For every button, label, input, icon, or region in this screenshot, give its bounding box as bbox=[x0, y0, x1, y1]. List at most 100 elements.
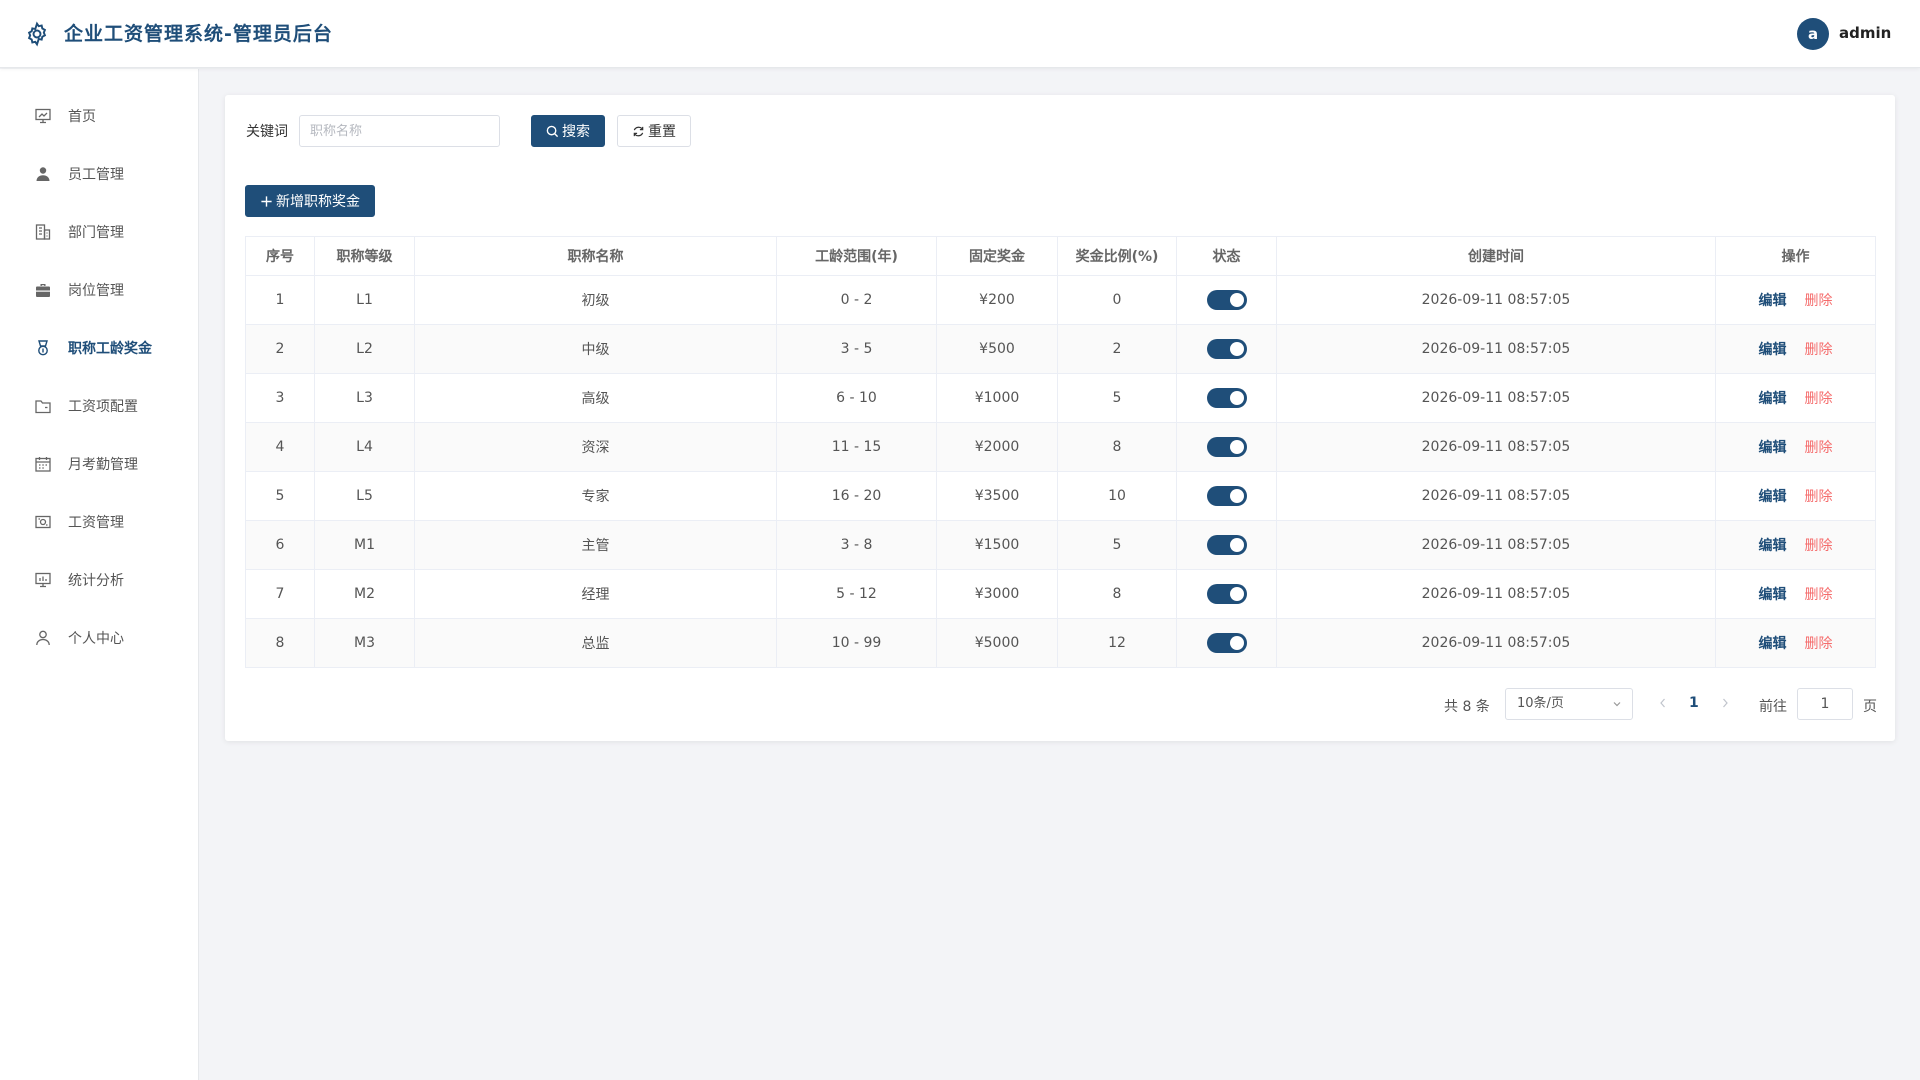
cell-bonus: ¥5000 bbox=[936, 618, 1058, 668]
sidebar-item-attendance[interactable]: 月考勤管理 bbox=[0, 439, 199, 489]
status-toggle[interactable] bbox=[1206, 437, 1247, 457]
edit-button[interactable]: 编辑 bbox=[1759, 440, 1787, 456]
keyword-input[interactable] bbox=[299, 115, 500, 147]
cell-ratio: 12 bbox=[1057, 618, 1177, 668]
status-toggle[interactable] bbox=[1206, 486, 1247, 506]
cell-bonus: ¥3000 bbox=[936, 569, 1058, 619]
table-row: 2 L2 中级 3 - 5 ¥500 2 2026-09-11 08:57:05 编辑 删除 bbox=[245, 324, 1876, 374]
toggle-knob bbox=[1229, 342, 1244, 356]
edit-button[interactable]: 编辑 bbox=[1759, 538, 1787, 554]
sidebar-item-employees[interactable]: 员工管理 bbox=[0, 149, 199, 199]
cell-name: 专家 bbox=[414, 471, 777, 521]
user-outline-icon bbox=[36, 630, 50, 646]
goto-label: 前往 bbox=[1759, 699, 1787, 715]
edit-button[interactable]: 编辑 bbox=[1759, 391, 1787, 407]
toggle-knob bbox=[1229, 587, 1244, 601]
delete-button[interactable]: 删除 bbox=[1805, 636, 1833, 652]
cell-years: 16 - 20 bbox=[776, 471, 937, 521]
cell-level: M3 bbox=[314, 618, 415, 668]
chevron-left-icon[interactable] bbox=[1658, 697, 1668, 709]
status-toggle[interactable] bbox=[1206, 535, 1247, 555]
cell-ratio: 8 bbox=[1057, 422, 1177, 472]
sidebar: 首页 员工管理 部门管理 岗位管理 职称工龄奖金 工资项配置 月考勤管理 工资管… bbox=[0, 69, 199, 1080]
cell-actions: 编辑 删除 bbox=[1715, 569, 1876, 619]
cell-level: L5 bbox=[314, 471, 415, 521]
building-icon bbox=[35, 224, 51, 240]
cell-ratio: 8 bbox=[1057, 569, 1177, 619]
sidebar-item-label: 月考勤管理 bbox=[68, 457, 138, 473]
keyword-label: 关键词 bbox=[246, 124, 288, 140]
table-row: 7 M2 经理 5 - 12 ¥3000 8 2026-09-11 08:57:05 编辑 删除 bbox=[245, 569, 1876, 619]
cell-created: 2026-09-11 08:57:05 bbox=[1276, 422, 1716, 472]
cell-ratio: 5 bbox=[1057, 520, 1177, 570]
avatar[interactable]: a bbox=[1797, 18, 1829, 50]
sidebar-item-departments[interactable]: 部门管理 bbox=[0, 207, 199, 257]
toggle-knob bbox=[1229, 489, 1244, 503]
delete-button[interactable]: 删除 bbox=[1805, 391, 1833, 407]
cell-created: 2026-09-11 08:57:05 bbox=[1276, 618, 1716, 668]
status-toggle[interactable] bbox=[1206, 633, 1247, 653]
sidebar-item-statistics[interactable]: 统计分析 bbox=[0, 555, 199, 605]
main-card: 关键词 搜索 重置 新增职称奖金 序号 职称等级 职称名称 工龄范围(年) 固定… bbox=[225, 95, 1895, 741]
cell-created: 2026-09-11 08:57:05 bbox=[1276, 373, 1716, 423]
delete-button[interactable]: 删除 bbox=[1805, 342, 1833, 358]
search-button[interactable]: 搜索 bbox=[531, 115, 605, 147]
search-button-label: 搜索 bbox=[562, 124, 590, 140]
cell-name: 中级 bbox=[414, 324, 777, 374]
page-size-value: 10条/页 bbox=[1517, 696, 1564, 711]
cell-ratio: 0 bbox=[1057, 275, 1177, 325]
edit-button[interactable]: 编辑 bbox=[1759, 587, 1787, 603]
sidebar-item-salary-items[interactable]: 工资项配置 bbox=[0, 381, 199, 431]
page-size-select[interactable]: 10条/页 bbox=[1505, 688, 1633, 720]
sidebar-item-label: 员工管理 bbox=[68, 167, 124, 183]
status-toggle[interactable] bbox=[1206, 290, 1247, 310]
cell-actions: 编辑 删除 bbox=[1715, 422, 1876, 472]
toggle-knob bbox=[1229, 391, 1244, 405]
sidebar-item-salary[interactable]: 工资管理 bbox=[0, 497, 199, 547]
page-number-current[interactable]: 1 bbox=[1689, 695, 1699, 711]
delete-button[interactable]: 删除 bbox=[1805, 440, 1833, 456]
edit-button[interactable]: 编辑 bbox=[1759, 636, 1787, 652]
cell-index: 5 bbox=[245, 471, 315, 521]
sidebar-item-positions[interactable]: 岗位管理 bbox=[0, 265, 199, 315]
edit-button[interactable]: 编辑 bbox=[1759, 342, 1787, 358]
add-button-label: 新增职称奖金 bbox=[276, 194, 360, 210]
cell-level: M1 bbox=[314, 520, 415, 570]
add-title-bonus-button[interactable]: 新增职称奖金 bbox=[245, 185, 375, 217]
column-header: 固定奖金 bbox=[936, 236, 1058, 276]
reset-button[interactable]: 重置 bbox=[617, 115, 691, 147]
cell-index: 7 bbox=[245, 569, 315, 619]
edit-button[interactable]: 编辑 bbox=[1759, 489, 1787, 505]
sidebar-item-label: 职称工龄奖金 bbox=[68, 341, 152, 357]
chevron-right-icon[interactable] bbox=[1720, 697, 1730, 709]
briefcase-icon bbox=[36, 284, 50, 297]
cell-name: 主管 bbox=[414, 520, 777, 570]
username[interactable]: admin bbox=[1839, 24, 1891, 42]
delete-button[interactable]: 删除 bbox=[1805, 489, 1833, 505]
edit-button[interactable]: 编辑 bbox=[1759, 293, 1787, 309]
cell-bonus: ¥1500 bbox=[936, 520, 1058, 570]
column-header: 序号 bbox=[245, 236, 315, 276]
cell-bonus: ¥1000 bbox=[936, 373, 1058, 423]
delete-button[interactable]: 删除 bbox=[1805, 293, 1833, 309]
sidebar-item-profile[interactable]: 个人中心 bbox=[0, 613, 199, 663]
cell-actions: 编辑 删除 bbox=[1715, 471, 1876, 521]
calendar-icon bbox=[35, 457, 51, 472]
folder-icon bbox=[35, 400, 51, 414]
delete-button[interactable]: 删除 bbox=[1805, 538, 1833, 554]
cell-years: 3 - 8 bbox=[776, 520, 937, 570]
cell-years: 5 - 12 bbox=[776, 569, 937, 619]
cell-status bbox=[1176, 618, 1277, 668]
delete-button[interactable]: 删除 bbox=[1805, 587, 1833, 603]
status-toggle[interactable] bbox=[1206, 388, 1247, 408]
sidebar-item-title-bonus[interactable]: 职称工龄奖金 bbox=[0, 323, 199, 373]
cell-created: 2026-09-11 08:57:05 bbox=[1276, 324, 1716, 374]
cell-status bbox=[1176, 324, 1277, 374]
status-toggle[interactable] bbox=[1206, 584, 1247, 604]
sidebar-item-home[interactable]: 首页 bbox=[0, 91, 199, 141]
goto-page-input[interactable] bbox=[1797, 688, 1853, 720]
cell-name: 经理 bbox=[414, 569, 777, 619]
cell-index: 2 bbox=[245, 324, 315, 374]
cell-name: 初级 bbox=[414, 275, 777, 325]
status-toggle[interactable] bbox=[1206, 339, 1247, 359]
